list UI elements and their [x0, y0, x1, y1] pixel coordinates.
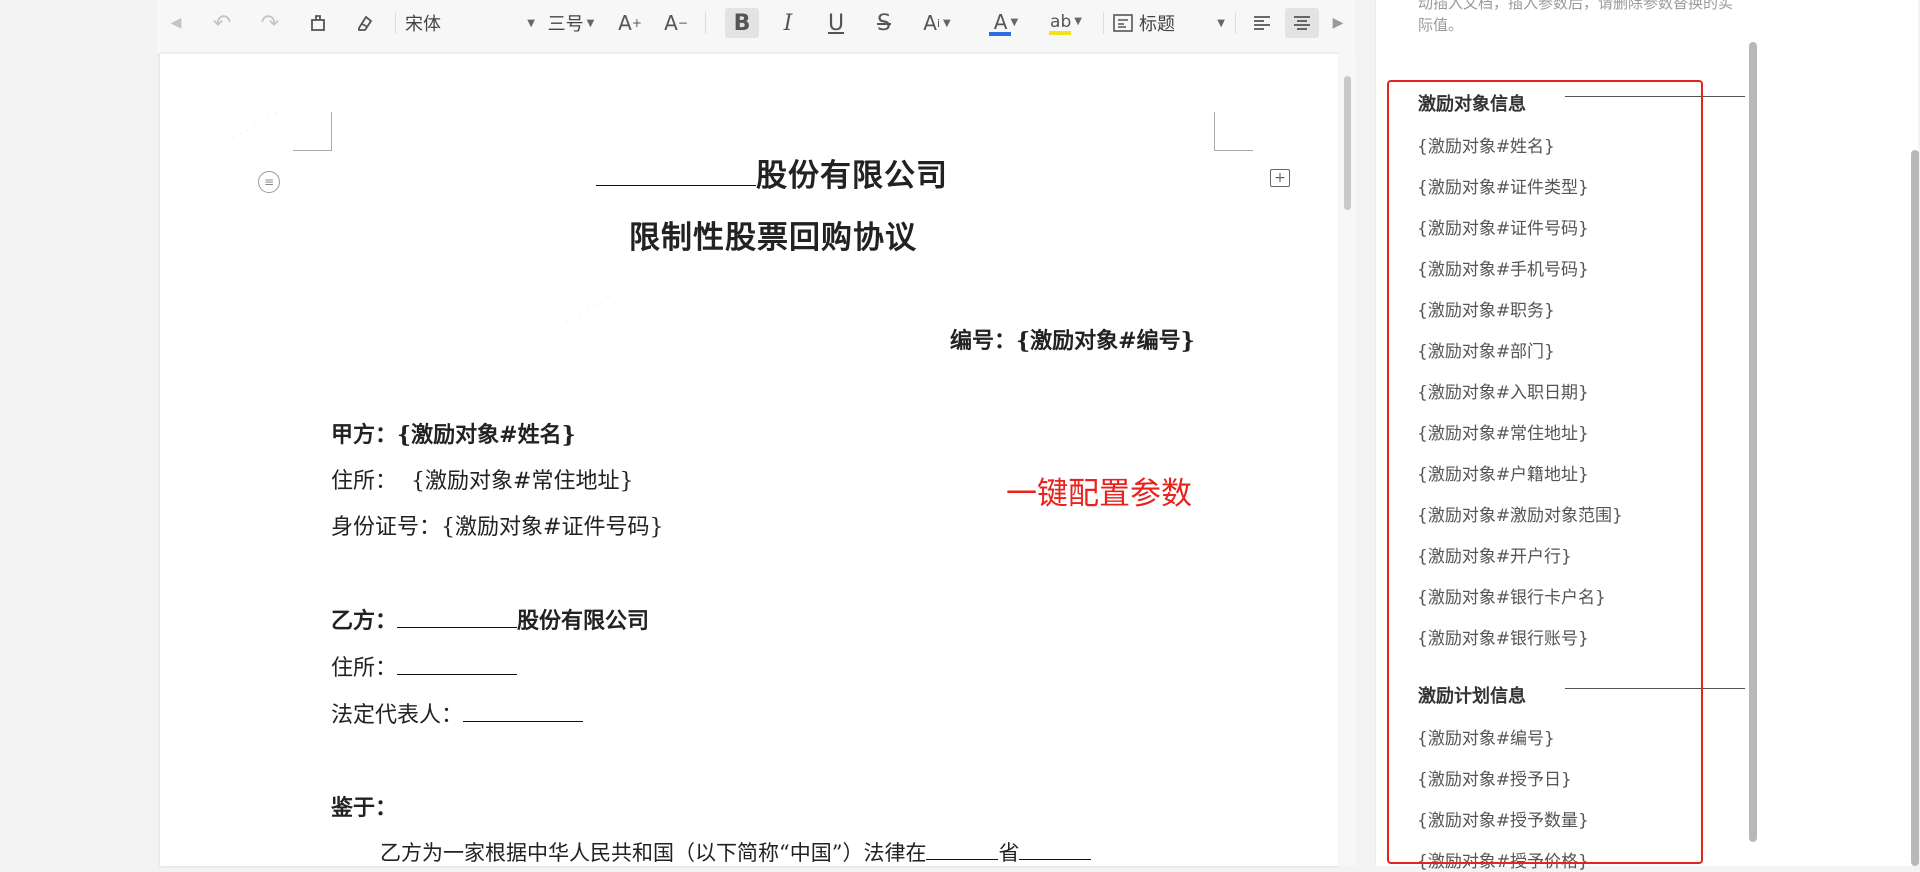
parameter-item[interactable]: {激励对象#手机号码}: [1417, 255, 1589, 280]
parameter-item[interactable]: {激励对象#授予日}: [1417, 765, 1572, 790]
clear-format-icon[interactable]: [347, 8, 381, 38]
font-size-value: 三号: [547, 14, 584, 35]
parameter-group-title: 激励对象信息: [1418, 94, 1526, 115]
align-left-icon[interactable]: [1245, 8, 1279, 38]
font-family-value: 宋体: [405, 14, 441, 35]
margin-corner-mark: [293, 112, 332, 151]
parameter-item[interactable]: {激励对象#授予数量}: [1417, 806, 1589, 831]
highlight-icon[interactable]: ab ▼: [1043, 8, 1089, 38]
parameter-item[interactable]: {激励对象#入职日期}: [1417, 378, 1589, 403]
parameter-item[interactable]: {激励对象#授予价格}: [1417, 847, 1589, 872]
parameter-item[interactable]: {激励对象#证件号码}: [1417, 214, 1589, 239]
parameter-item[interactable]: {激励对象#常住地址}: [1417, 419, 1589, 444]
undo-icon[interactable]: ↶: [205, 8, 239, 38]
document-title-line1[interactable]: 股份有限公司: [596, 150, 948, 195]
align-center-icon[interactable]: [1285, 8, 1319, 38]
increase-font-icon[interactable]: A +: [613, 8, 647, 38]
parameter-item[interactable]: {激励对象#激励对象范围}: [1417, 501, 1623, 526]
parameter-item[interactable]: {激励对象#证件类型}: [1417, 173, 1589, 198]
strikethrough-icon[interactable]: S: [867, 8, 901, 38]
decrease-font-icon[interactable]: A −: [659, 8, 693, 38]
parameter-item[interactable]: {激励对象#户籍地址}: [1417, 460, 1589, 485]
parameter-group-title: 激励计划信息: [1418, 686, 1526, 707]
group-divider: [1565, 688, 1745, 689]
document-scroll-thumb[interactable]: [1344, 76, 1351, 210]
margin-corner-mark: [1214, 112, 1253, 151]
parameter-item[interactable]: {激励对象#银行账号}: [1417, 624, 1589, 649]
whereas-heading[interactable]: 鉴于：: [331, 790, 397, 822]
paragraph-style-value: 标题: [1139, 14, 1175, 35]
scroll-right-icon[interactable]: ▶: [1327, 8, 1349, 38]
formatting-toolbar: ◀ ↶ ↷ 宋体 ▼ 三号 ▼ A + A − B I U S Ai ▼ A ▼ ab ▼…: [157, 0, 1355, 55]
legal-representative-line[interactable]: 法定代表人：: [331, 697, 584, 729]
party-b-line[interactable]: 乙方： 股份有限公司: [331, 603, 649, 635]
bold-icon[interactable]: B: [725, 8, 759, 38]
document-title-line2[interactable]: 限制性股票回购协议: [629, 212, 917, 257]
underline-icon[interactable]: U: [819, 8, 853, 38]
scroll-left-icon[interactable]: ◀: [165, 8, 187, 38]
font-color-icon[interactable]: A ▼: [983, 8, 1029, 38]
chevron-down-icon: ▼: [586, 17, 595, 29]
font-family-select[interactable]: 宋体 ▼: [405, 8, 535, 38]
page-scrollbar[interactable]: [1911, 150, 1919, 866]
parameter-item[interactable]: {激励对象#编号}: [1417, 724, 1555, 749]
add-comment-icon[interactable]: +: [1270, 169, 1290, 187]
party-a-id-line[interactable]: 身份证号：{激励对象#证件号码}: [331, 509, 663, 541]
italic-icon[interactable]: I: [771, 8, 805, 38]
annotation-label: 一键配置参数: [1006, 476, 1192, 512]
parameter-item[interactable]: {激励对象#职务}: [1417, 296, 1555, 321]
parameter-item[interactable]: {激励对象#开户行}: [1417, 542, 1572, 567]
text-effect-icon[interactable]: Ai ▼: [915, 8, 959, 38]
parameter-item[interactable]: {激励对象#姓名}: [1417, 132, 1555, 157]
group-divider: [1565, 96, 1745, 97]
panel-instruction-text: 动插入文档，插入参数后，请删除参数替换的实际值。: [1418, 0, 1734, 34]
heading-marker-icon[interactable]: ≡: [258, 171, 280, 193]
chevron-down-icon: ▼: [1217, 17, 1225, 29]
panel-scrollbar[interactable]: [1749, 42, 1757, 842]
party-a-line[interactable]: 甲方：{激励对象#姓名}: [331, 417, 576, 449]
party-b-address-line[interactable]: 住所：: [331, 650, 518, 682]
chevron-down-icon: ▼: [527, 17, 535, 29]
parameter-item[interactable]: {激励对象#部门}: [1417, 337, 1555, 362]
paragraph-style-select[interactable]: 标题 ▼: [1113, 8, 1225, 38]
font-size-select[interactable]: 三号 ▼: [543, 8, 599, 38]
party-a-address-line[interactable]: 住所： {激励对象#常住地址}: [331, 463, 633, 495]
parameter-item[interactable]: {激励对象#银行卡户名}: [1417, 583, 1606, 608]
redo-icon[interactable]: ↷: [253, 8, 287, 38]
heading-style-icon: [1113, 14, 1133, 32]
agreement-number[interactable]: 编号：{激励对象#编号}: [950, 323, 1195, 355]
recital-paragraph[interactable]: 乙方为一家根据中华人民共和国（以下简称“中国”）法律在省: [380, 837, 1092, 867]
format-painter-icon[interactable]: [301, 8, 335, 38]
